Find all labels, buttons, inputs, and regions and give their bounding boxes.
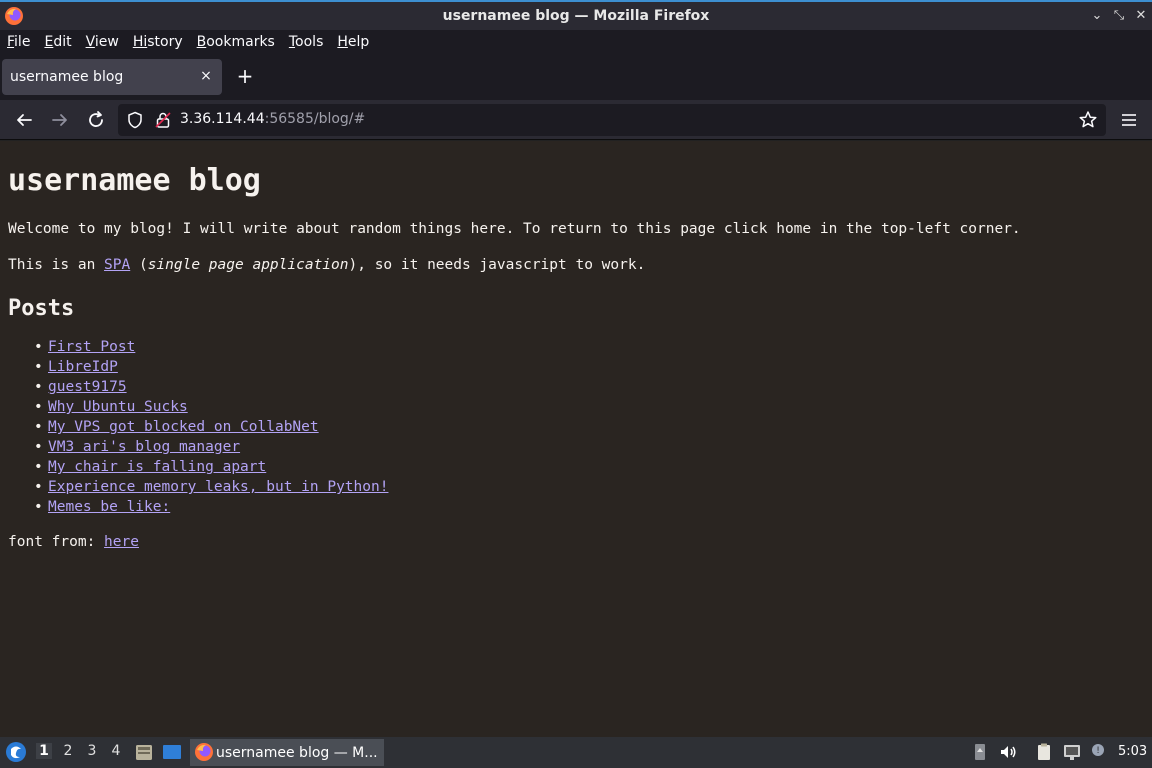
font-credit: font from: here [8,533,1152,551]
insecure-lock-icon[interactable] [154,111,172,129]
spa-italic-text: single page application [147,257,349,273]
post-link[interactable]: Why Ubuntu Sucks [48,399,188,415]
window-title: usernamee blog — Mozilla Firefox [442,8,710,24]
menu-history[interactable]: History [133,34,183,50]
list-item: Experience memory leaks, but in Python! [34,477,1152,497]
post-link[interactable]: My chair is falling apart [48,459,266,475]
url-path: :56585/blog/# [264,111,366,127]
tab-usernamee-blog[interactable]: usernamee blog × [2,59,222,95]
clipboard-icon[interactable] [1034,742,1054,762]
menu-help[interactable]: Help [337,34,369,50]
menu-tools[interactable]: Tools [289,34,324,50]
tracking-protection-shield-icon[interactable] [126,111,144,129]
posts-heading: Posts [8,296,75,321]
page-content: usernamee blog Welcome to my blog! I wil… [0,141,1152,737]
menu-edit[interactable]: Edit [44,34,71,50]
removable-drive-icon[interactable] [970,742,990,762]
minimize-window-icon[interactable]: ⤡ [1110,7,1128,25]
intro-paragraph: Welcome to my blog! I will write about r… [8,221,1021,237]
hamburger-menu-icon[interactable] [1118,108,1140,132]
reload-icon[interactable] [84,108,108,132]
tab-label: usernamee blog [10,69,124,85]
post-link[interactable]: My VPS got blocked on CollabNet [48,419,319,435]
spa-prefix: This is an [8,257,105,273]
clock[interactable]: 5:03 [1118,744,1147,759]
list-item: Memes be like: [34,497,1152,517]
tab-strip: usernamee blog × + [0,54,1152,100]
taskbar-firefox-window[interactable]: usernamee blog — M... [190,739,384,766]
workspace-2[interactable]: 2 [60,743,76,759]
post-link[interactable]: LibreIdP [48,359,118,375]
volume-icon[interactable] [998,742,1018,762]
list-item: Why Ubuntu Sucks [34,397,1152,417]
navigation-toolbar: 3.36.114.44:56585/blog/# [0,100,1152,140]
firefox-task-icon [195,743,213,761]
bookmark-star-icon[interactable] [1078,110,1098,130]
spa-suffix: ), so it needs javascript to work. [348,257,646,273]
page-title: usernamee blog [8,163,261,198]
menu-bookmarks[interactable]: Bookmarks [197,34,275,50]
window-titlebar: usernamee blog — Mozilla Firefox ⌄ ⤡ ✕ [0,0,1152,30]
menu-file[interactable]: File [7,34,30,50]
taskbar: 1 2 3 4 usernamee blog — M... ! 5:03 [0,737,1152,768]
list-item: My VPS got blocked on CollabNet [34,417,1152,437]
post-link[interactable]: Experience memory leaks, but in Python! [48,479,388,495]
tab-close-icon[interactable]: × [198,68,214,84]
show-desktop-icon[interactable] [162,742,182,762]
menu-view[interactable]: View [86,34,119,50]
post-link[interactable]: First Post [48,339,135,355]
file-manager-icon[interactable] [134,742,154,762]
list-item: LibreIdP [34,357,1152,377]
workspace-4[interactable]: 4 [108,743,124,759]
task-label: usernamee blog — M... [216,744,378,761]
font-source-link[interactable]: here [104,534,139,550]
list-item: First Post [34,337,1152,357]
network-icon[interactable] [1062,742,1082,762]
url-host: 3.36.114.44 [180,111,265,127]
svg-text:!: ! [1096,746,1100,756]
list-item: VM3 ari's blog manager [34,437,1152,457]
font-credit-prefix: font from: [8,534,105,550]
post-link[interactable]: VM3 ari's blog manager [48,439,240,455]
url-bar[interactable]: 3.36.114.44:56585/blog/# [118,104,1106,136]
workspace-1[interactable]: 1 [36,743,52,759]
post-link[interactable]: guest9175 [48,379,127,395]
menu-bar: File Edit View History Bookmarks Tools H… [0,30,1152,54]
notification-icon[interactable]: ! [1088,742,1108,762]
workspace-3[interactable]: 3 [84,743,100,759]
list-item: guest9175 [34,377,1152,397]
spa-paragraph: This is an SPA (single page application)… [8,256,1152,274]
window-menu-icon[interactable]: ⌄ [1088,7,1106,25]
app-launcher-icon[interactable] [5,741,27,763]
spa-open: ( [130,257,148,273]
forward-arrow-icon[interactable] [48,108,72,132]
close-window-icon[interactable]: ✕ [1132,7,1150,25]
list-item: My chair is falling apart [34,457,1152,477]
posts-list: First Post LibreIdP guest9175 Why Ubuntu… [8,337,1152,517]
post-link[interactable]: Memes be like: [48,499,170,515]
spa-link[interactable]: SPA [104,257,130,273]
url-text[interactable]: 3.36.114.44:56585/blog/# [180,111,365,127]
new-tab-button[interactable]: + [234,66,256,88]
back-arrow-icon[interactable] [12,108,36,132]
